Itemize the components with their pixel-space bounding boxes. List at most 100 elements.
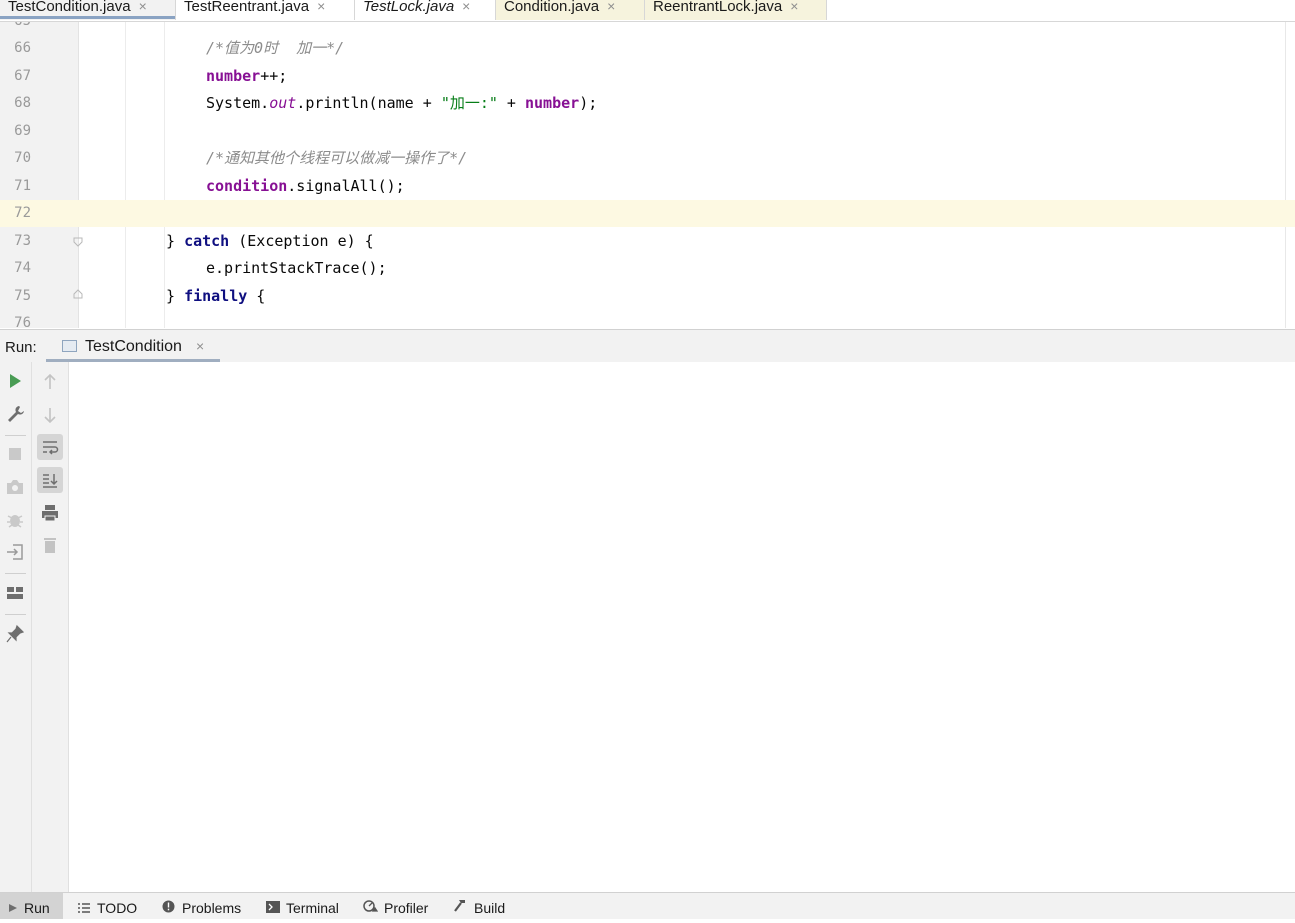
tab-reentrantlock-java[interactable]: ReentrantLock.java ×	[645, 0, 827, 20]
run-left-toolbar	[0, 362, 32, 892]
close-icon[interactable]: ×	[790, 0, 798, 17]
tool-window-problems[interactable]: Problems	[162, 893, 241, 919]
tool-window-terminal[interactable]: Terminal	[266, 893, 339, 919]
fold-marker-icon[interactable]	[73, 289, 83, 299]
code-token: .println(name +	[296, 94, 441, 112]
soft-wrap-toggle[interactable]	[37, 434, 63, 460]
soft-wrap-icon	[43, 441, 59, 455]
tool-window-todo[interactable]: TODO	[78, 893, 137, 919]
code-field: condition	[206, 177, 288, 195]
terminal-icon	[266, 901, 280, 913]
stop-icon[interactable]	[5, 444, 25, 464]
code-line[interactable]: 68 System.out.println(name + "加一:" + num…	[0, 90, 1295, 117]
run-tab-testcondition[interactable]: TestCondition ×	[46, 330, 220, 363]
line-number: 71	[14, 178, 31, 194]
code-line[interactable]: 73 } catch (Exception e) {	[0, 228, 1295, 255]
code-text: System.out.println(name + "加一:" + number…	[206, 90, 597, 117]
scroll-to-end-toggle[interactable]	[37, 467, 63, 493]
profiler-icon	[363, 900, 379, 912]
layout-icon[interactable]	[5, 583, 25, 603]
close-icon[interactable]: ×	[139, 0, 147, 17]
code-text: condition.signalAll();	[206, 173, 405, 200]
tool-window-label: TODO	[97, 900, 138, 916]
hammer-icon	[454, 900, 465, 912]
code-line[interactable]: 76	[0, 310, 1295, 328]
code-line[interactable]: 74 e.printStackTrace();	[0, 255, 1295, 282]
rerun-icon[interactable]	[5, 371, 25, 391]
tool-window-label: Profiler	[384, 900, 429, 916]
code-line[interactable]: 71 condition.signalAll();	[0, 173, 1295, 200]
run-panel-title: Run:	[5, 339, 37, 356]
arrow-down-icon[interactable]	[40, 405, 60, 425]
todo-list-icon	[78, 903, 90, 913]
code-text: } finally {	[166, 283, 265, 310]
code-text: } catch (Exception e) {	[166, 228, 374, 255]
tab-testcondition-java[interactable]: TestCondition.java ×	[0, 0, 176, 20]
code-line[interactable]: 67 number++;	[0, 63, 1295, 90]
exit-icon[interactable]	[5, 542, 25, 562]
editor-tab-bar: TestCondition.java × TestReentrant.java × …	[0, 0, 1295, 22]
code-token: +	[497, 94, 525, 112]
print-icon[interactable]	[40, 503, 60, 523]
code-line[interactable]: 69	[0, 118, 1295, 145]
toolbar-separator	[5, 435, 26, 436]
line-number: 69	[14, 123, 31, 139]
line-number: 72	[14, 205, 31, 221]
code-token: }	[166, 287, 185, 305]
tool-window-build[interactable]: Build	[453, 893, 505, 919]
code-editor[interactable]: 65 66 /*值为0时 加一*/ 67 number++; 68 System…	[0, 22, 1295, 328]
code-token: .signalAll();	[287, 177, 405, 195]
line-number: 68	[14, 95, 31, 111]
tool-window-label: Build	[474, 900, 506, 916]
close-icon[interactable]: ×	[196, 338, 204, 354]
code-line[interactable]: 66 /*值为0时 加一*/	[0, 35, 1295, 62]
toolbar-separator	[5, 614, 26, 615]
code-text: number++;	[206, 63, 287, 90]
toolbar-separator	[5, 573, 26, 574]
code-line[interactable]: 75 } finally {	[0, 283, 1295, 310]
camera-icon[interactable]	[5, 477, 25, 497]
wrench-icon[interactable]	[5, 404, 25, 424]
line-number: 66	[14, 40, 31, 56]
current-code-line[interactable]: 72	[0, 200, 1295, 227]
code-static-field: out	[269, 94, 297, 112]
tab-condition-java[interactable]: Condition.java ×	[496, 0, 645, 20]
tool-window-profiler[interactable]: Profiler	[363, 893, 428, 919]
code-keyword: catch	[184, 232, 230, 250]
tab-label: TestLock.java	[363, 0, 455, 15]
code-token: {	[247, 287, 266, 305]
run-icon	[9, 904, 17, 912]
code-field: number	[525, 94, 580, 112]
tab-label: TestReentrant.java	[184, 0, 310, 15]
tab-label: ReentrantLock.java	[653, 0, 783, 15]
arrow-up-icon[interactable]	[40, 372, 60, 392]
line-number: 70	[14, 150, 31, 166]
tab-label: Condition.java	[504, 0, 600, 15]
code-string: "加一:"	[440, 94, 498, 112]
tab-testlock-java[interactable]: TestLock.java ×	[355, 0, 496, 20]
tool-window-run[interactable]: Run	[0, 893, 63, 919]
code-line[interactable]: 65	[0, 22, 1295, 35]
tool-window-label: Terminal	[286, 900, 339, 916]
line-number: 74	[14, 260, 31, 276]
code-text: e.printStackTrace();	[206, 259, 387, 277]
console-output[interactable]	[69, 362, 1295, 892]
code-token: );	[579, 94, 598, 112]
run-panel-header: Run: TestCondition ×	[0, 329, 1295, 363]
run-tab-label: TestCondition	[85, 338, 182, 355]
code-token: ++;	[260, 67, 288, 85]
code-keyword: finally	[184, 287, 248, 305]
fold-marker-icon[interactable]	[73, 237, 83, 247]
code-token: System.	[206, 94, 270, 112]
console-toolbar	[32, 362, 69, 892]
close-icon[interactable]: ×	[462, 0, 470, 17]
debug-bug-icon[interactable]	[5, 510, 25, 530]
tab-testreentrant-java[interactable]: TestReentrant.java ×	[176, 0, 355, 20]
close-icon[interactable]: ×	[317, 0, 325, 17]
line-number: 73	[14, 233, 31, 249]
trash-icon[interactable]	[40, 535, 60, 555]
close-icon[interactable]: ×	[607, 0, 615, 17]
problems-icon	[162, 900, 175, 913]
pin-icon[interactable]	[5, 624, 25, 644]
code-line[interactable]: 70 /*通知其他个线程可以做减一操作了*/	[0, 145, 1295, 172]
